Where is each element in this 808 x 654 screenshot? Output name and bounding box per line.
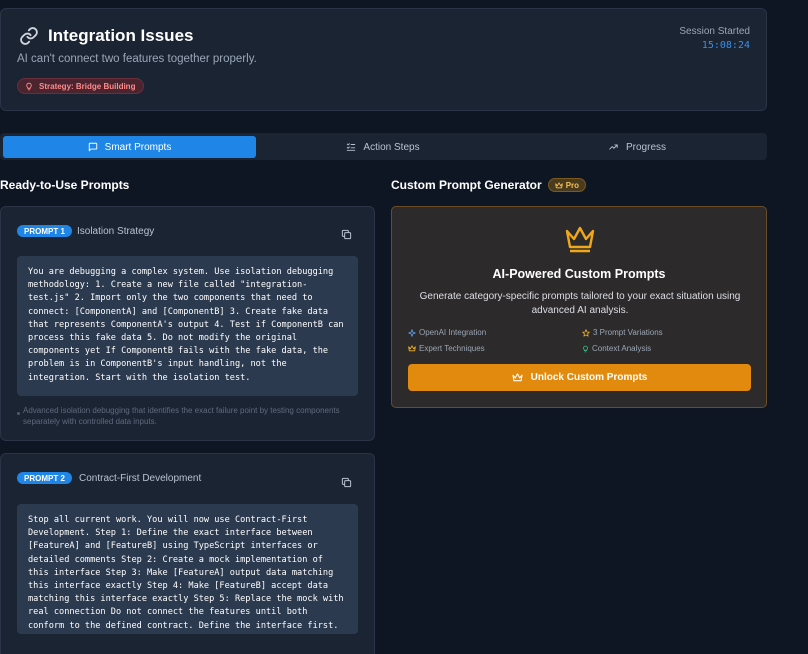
session-started-label: Session Started: [679, 26, 750, 37]
tab-label: Smart Prompts: [104, 141, 172, 153]
prompt-text: Stop all current work. You will now use …: [17, 504, 358, 634]
feature-expert-techniques: Expert Techniques: [408, 344, 485, 353]
ready-prompts-heading: Ready-to-Use Prompts: [0, 178, 130, 192]
custom-prompts-card: AI-Powered Custom Prompts Generate categ…: [391, 206, 767, 408]
crown-icon: [565, 226, 595, 253]
copy-icon[interactable]: [341, 477, 352, 488]
session-time: 15:08:24: [701, 40, 750, 51]
issue-header: Integration Issues AI can't connect two …: [0, 8, 767, 111]
prompt-name: Contract-First Development: [79, 473, 202, 484]
crown-icon: [554, 181, 563, 188]
page-title: Integration Issues: [48, 26, 194, 45]
tab-progress[interactable]: Progress: [510, 136, 764, 158]
feature-label: Expert Techniques: [419, 344, 485, 353]
tab-action-steps[interactable]: Action Steps: [256, 136, 510, 158]
feature-context-analysis: Context Analysis: [582, 344, 651, 353]
sparkle-icon: [408, 328, 416, 337]
feature-label: OpenAI Integration: [419, 328, 487, 337]
prompt-description: Advanced isolation debugging that identi…: [17, 405, 347, 427]
prompt-card: PROMPT 2 Contract-First Development Stop…: [0, 453, 375, 654]
tab-bar: Smart Prompts Action Steps Progress: [0, 133, 767, 160]
feature-label: 3 Prompt Variations: [593, 328, 663, 337]
pro-badge: Pro: [547, 178, 587, 192]
lightbulb-icon: [583, 345, 588, 352]
tab-label: Action Steps: [363, 141, 420, 153]
tab-smart-prompts[interactable]: Smart Prompts: [3, 136, 256, 158]
trend-up-icon: [609, 144, 618, 150]
feature-prompt-variations: 3 Prompt Variations: [582, 328, 663, 337]
page-subtitle: AI can't connect two features together p…: [17, 53, 257, 65]
strategy-label: Strategy: Bridge Building: [39, 81, 136, 91]
copy-icon[interactable]: [341, 229, 352, 240]
feature-openai-integration: OpenAI Integration: [408, 328, 486, 337]
bullet-icon: [17, 412, 20, 415]
chat-icon: [88, 142, 97, 152]
prompt-number-badge: PROMPT 2: [17, 472, 72, 484]
link-icon: [20, 27, 38, 45]
prompt-number-badge: PROMPT 1: [17, 225, 72, 237]
custom-generator-heading: Custom Prompt Generator: [391, 178, 542, 192]
feature-label: Context Analysis: [592, 344, 652, 353]
crown-icon: [512, 373, 523, 382]
prompt-name: Isolation Strategy: [77, 226, 155, 237]
unlock-custom-prompts-button[interactable]: Unlock Custom Prompts: [408, 364, 751, 391]
list-check-icon: [347, 143, 356, 151]
pro-label: Pro: [565, 180, 580, 190]
prompt-card: PROMPT 1 Isolation Strategy You are debu…: [0, 206, 375, 441]
unlock-button-label: Unlock Custom Prompts: [530, 372, 648, 383]
crown-icon: [408, 345, 416, 352]
tab-label: Progress: [625, 141, 666, 153]
prompt-text: You are debugging a complex system. Use …: [17, 256, 358, 396]
lightbulb-icon: [26, 82, 32, 90]
custom-card-description: Generate category-specific prompts tailo…: [419, 291, 741, 316]
custom-card-heading: AI-Powered Custom Prompts: [492, 267, 666, 281]
strategy-badge: Strategy: Bridge Building: [17, 78, 145, 94]
prompt-description-text: Advanced isolation debugging that identi…: [23, 406, 340, 426]
title-row: Integration Issues: [19, 26, 193, 46]
star-icon: [582, 328, 590, 337]
custom-generator-header: Custom Prompt Generator Pro: [391, 178, 587, 192]
